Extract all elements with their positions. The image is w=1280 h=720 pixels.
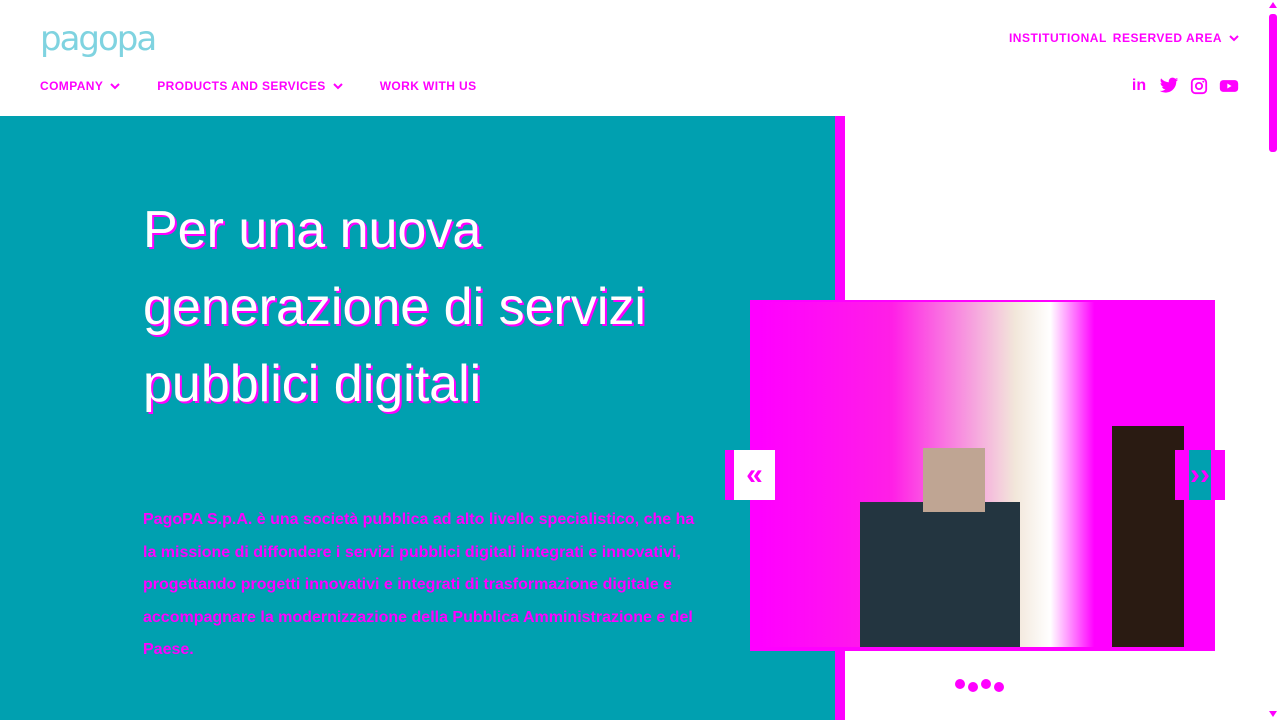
instagram-glyph xyxy=(1190,77,1208,95)
slider-prev-button[interactable]: « xyxy=(725,450,775,500)
nav-work-label: Work with us xyxy=(379,79,477,93)
slider-next-button[interactable]: ›› xyxy=(1175,450,1225,500)
social-links: in xyxy=(1128,76,1240,96)
nav-products-services[interactable]: Products and services xyxy=(157,79,343,93)
slider-dot[interactable] xyxy=(981,679,991,689)
main-nav: Company Products and services Work with … xyxy=(40,76,512,96)
slide-box-shape xyxy=(923,448,985,512)
site-header: pagopa Institutional Reserved area Compa… xyxy=(0,0,1280,116)
nav-products-label: Products and services xyxy=(157,79,326,93)
youtube-glyph xyxy=(1219,80,1239,92)
top-link-institutional[interactable]: Institutional xyxy=(1009,31,1107,45)
slider-dot[interactable] xyxy=(968,682,978,692)
slide-figure-shape xyxy=(860,502,1020,647)
chevron-left-icon: « xyxy=(746,458,763,491)
slide-dark-panel xyxy=(1112,426,1184,647)
pagopa-logo[interactable]: pagopa xyxy=(40,22,162,58)
slider-dot[interactable] xyxy=(955,679,965,689)
scroll-down-arrow-icon[interactable] xyxy=(1269,711,1277,717)
chevron-right-icon: ›› xyxy=(1190,458,1210,491)
page-scrollbar[interactable] xyxy=(1266,0,1280,720)
youtube-icon[interactable] xyxy=(1218,77,1240,95)
hero-section: Per una nuova generazione di servizi pub… xyxy=(0,116,845,720)
chevron-down-icon xyxy=(332,83,343,90)
nav-company[interactable]: Company xyxy=(40,79,121,93)
hero-slider xyxy=(750,300,1215,651)
nav-company-label: Company xyxy=(40,79,104,93)
slider-dots xyxy=(955,679,1004,692)
linkedin-icon[interactable]: in xyxy=(1128,77,1150,95)
twitter-glyph xyxy=(1159,77,1179,93)
hero-description: PagoPA S.p.A. è una società pubblica ad … xyxy=(143,511,695,658)
slider-dot[interactable] xyxy=(994,682,1004,692)
scroll-up-arrow-icon[interactable] xyxy=(1269,2,1277,8)
top-link-reserved-area[interactable]: Reserved area xyxy=(1113,31,1222,45)
instagram-icon[interactable] xyxy=(1188,77,1210,95)
nav-work-with-us[interactable]: Work with us xyxy=(380,79,477,93)
top-links: Institutional Reserved area xyxy=(1009,29,1240,47)
chevron-down-icon[interactable] xyxy=(1228,32,1240,44)
scroll-thumb[interactable] xyxy=(1269,14,1277,152)
slide-image xyxy=(760,302,1200,647)
logo-wordmark: pagopa xyxy=(40,19,157,59)
twitter-icon[interactable] xyxy=(1158,77,1180,95)
chevron-down-icon xyxy=(110,83,120,90)
hero-title: Per una nuova generazione di servizi pub… xyxy=(143,201,646,413)
